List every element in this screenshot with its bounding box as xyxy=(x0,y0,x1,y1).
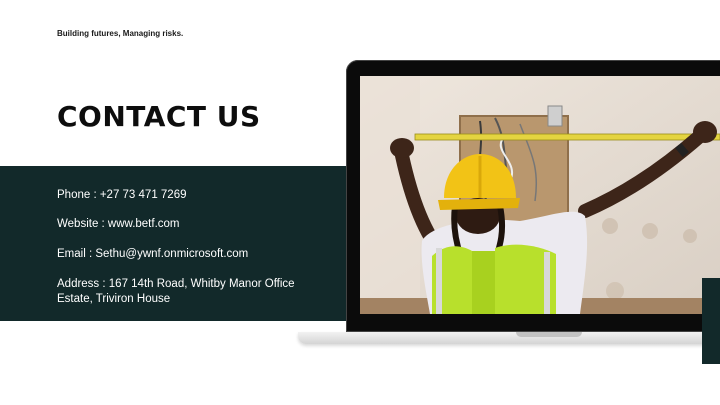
website-text: Website : www.betf.com xyxy=(57,218,180,230)
worker-illustration xyxy=(360,76,720,314)
contact-info-panel: Phone : +27 73 471 7269 Website : www.be… xyxy=(0,166,346,321)
address-line-2: Estate, Triviron House xyxy=(57,293,171,305)
address-line-1: Address : 167 14th Road, Whitby Manor Of… xyxy=(57,278,295,290)
construction-worker-photo xyxy=(360,76,720,314)
page-title: CONTACT US xyxy=(57,100,261,133)
laptop-notch xyxy=(516,332,582,337)
laptop-mockup xyxy=(346,60,720,332)
email-text: Email : Sethu@ywnf.onmicrosoft.com xyxy=(57,248,249,260)
accent-block xyxy=(702,278,720,364)
laptop-base xyxy=(298,332,720,344)
phone-text: Phone : +27 73 471 7269 xyxy=(57,189,187,201)
tagline: Building futures, Managing risks. xyxy=(57,29,184,38)
